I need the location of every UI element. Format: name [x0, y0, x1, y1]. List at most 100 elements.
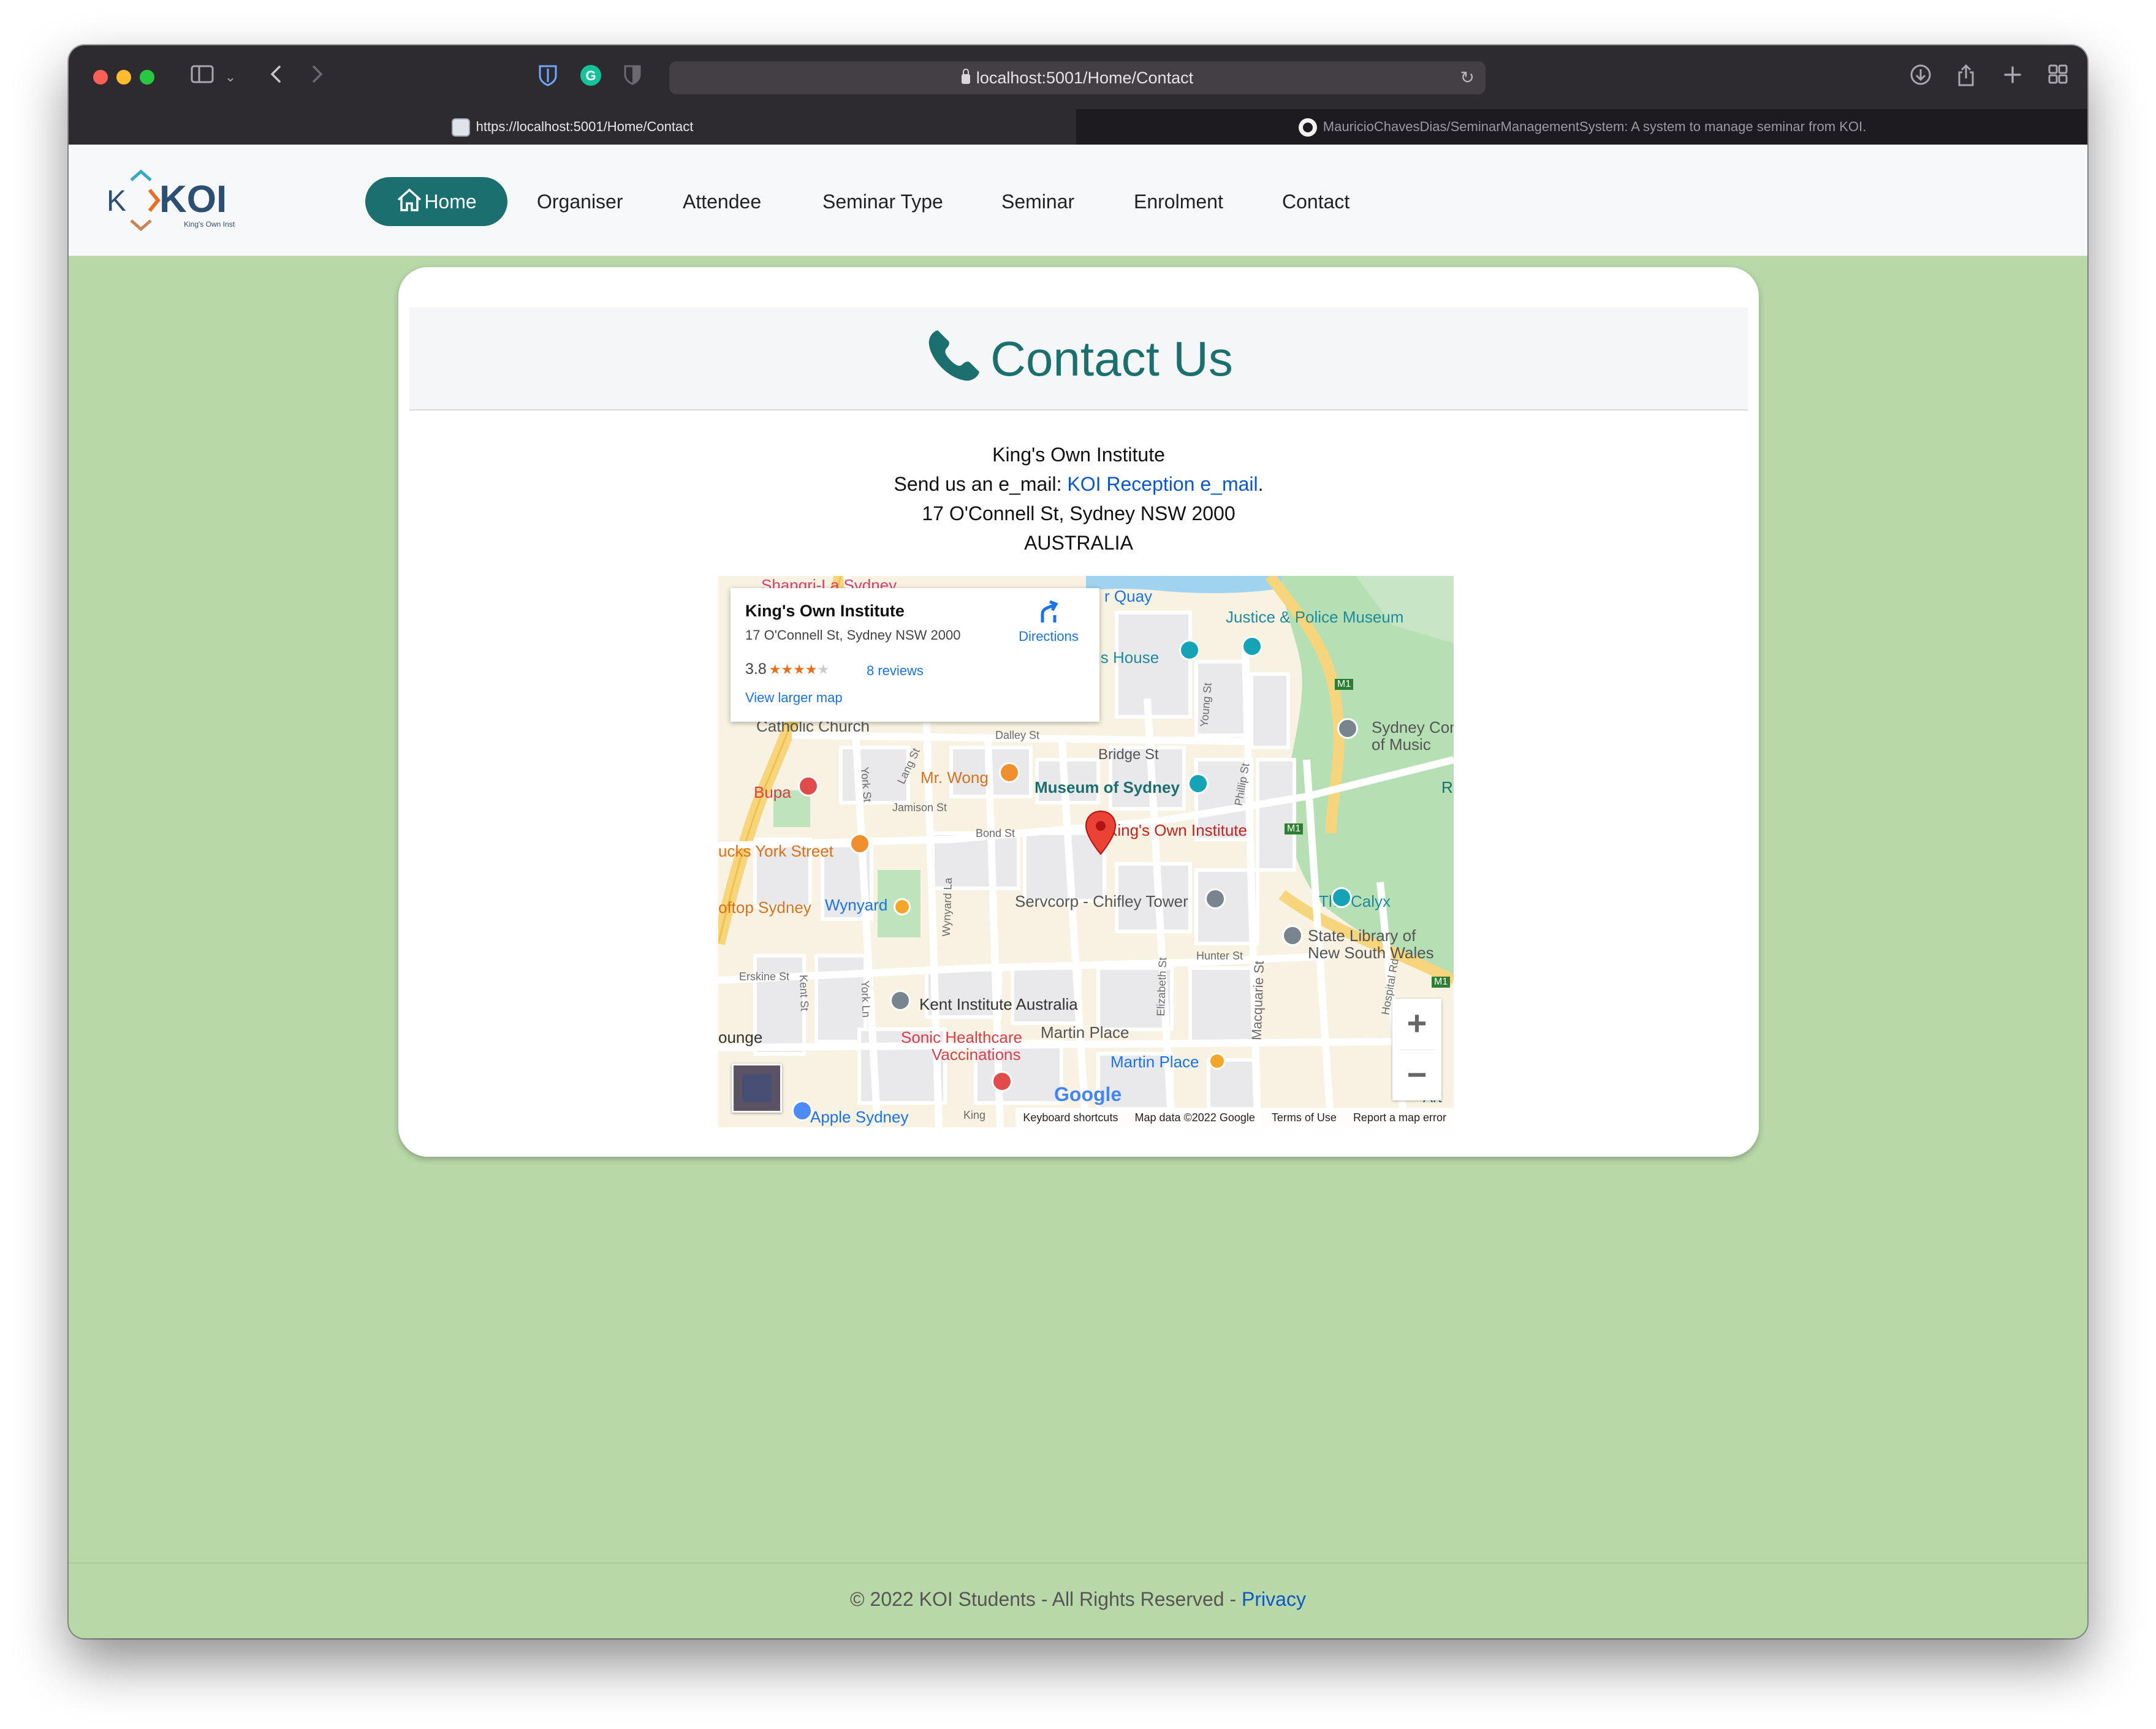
street-king: King: [963, 1109, 986, 1121]
nav-contact[interactable]: Contact: [1282, 177, 1349, 226]
nav-enrolment[interactable]: Enrolment: [1134, 177, 1223, 226]
street-erskine: Erskine St: [739, 970, 790, 983]
poi-sonic-healthcare-line2: Vaccinations: [932, 1045, 1021, 1064]
hospital-pin-icon[interactable]: [992, 1071, 1012, 1092]
restaurant-pin-icon[interactable]: [999, 762, 1020, 783]
share-icon[interactable]: [1953, 64, 1979, 91]
back-button[interactable]: [264, 64, 288, 91]
cafe-pin-icon[interactable]: [849, 833, 870, 854]
grammarly-icon[interactable]: G: [577, 64, 604, 91]
directions-icon: [1041, 600, 1058, 622]
satellite-toggle-thumbnail[interactable]: [732, 1064, 782, 1113]
poi-circular-quay[interactable]: r Quay: [1104, 587, 1152, 606]
google-logo: Google: [1054, 1083, 1122, 1105]
reload-icon[interactable]: ↻: [1460, 61, 1475, 94]
museum-pin-icon[interactable]: [1242, 636, 1262, 657]
train-station-icon[interactable]: [1209, 1053, 1226, 1070]
place-name: King's Own Institute: [745, 602, 905, 620]
email-link[interactable]: KOI Reception e_mail: [1067, 473, 1258, 495]
address-bar[interactable]: localhost:5001/Home/Contact ↻: [669, 61, 1486, 94]
poi-conservatorium[interactable]: Sydney Con: [1372, 718, 1454, 737]
koi-logo[interactable]: K KOI King's Own Institute: [107, 168, 249, 234]
poi-rooftop[interactable]: oftop Sydney: [718, 898, 811, 917]
zoom-window-button[interactable]: [140, 70, 154, 85]
place-address: 17 O'Connell St, Sydney NSW 2000: [745, 627, 961, 643]
report-map-error-link[interactable]: Report a map error: [1353, 1111, 1446, 1124]
tab-overview-icon[interactable]: [2044, 64, 2071, 91]
country: AUSTRALIA: [1024, 532, 1133, 554]
train-station-icon[interactable]: [894, 898, 911, 915]
poi-sonic-healthcare[interactable]: Sonic Healthcare: [901, 1028, 1022, 1047]
view-larger-map-link[interactable]: View larger map: [745, 690, 843, 706]
nav-organiser[interactable]: Organiser: [537, 177, 623, 226]
github-icon: [1298, 118, 1317, 137]
nav-seminar-type[interactable]: Seminar Type: [822, 177, 943, 226]
museum-pin-icon[interactable]: [1188, 773, 1209, 794]
library-pin-icon[interactable]: [1282, 925, 1303, 946]
museum-pin-icon[interactable]: [1179, 640, 1200, 660]
address-text: localhost:5001/Home/Contact: [976, 69, 1194, 87]
page-icon: [451, 118, 470, 137]
keyboard-shortcuts-link[interactable]: Keyboard shortcuts: [1023, 1111, 1118, 1124]
map-data-text: Map data ©2022 Google: [1134, 1111, 1255, 1124]
poi-martin-place[interactable]: Martin Place: [1041, 1023, 1129, 1042]
street-york-lane: York Ln: [859, 980, 873, 1018]
close-window-button[interactable]: [93, 70, 108, 85]
poi-kent-institute[interactable]: Kent Institute Australia: [919, 995, 1078, 1014]
poi-bupa[interactable]: Bupa: [754, 783, 791, 802]
tab-strip: https://localhost:5001/Home/Contact Maur…: [69, 109, 2087, 145]
nav-attendee[interactable]: Attendee: [683, 177, 761, 226]
sidebar-icon[interactable]: [189, 64, 216, 91]
terms-of-use-link[interactable]: Terms of Use: [1272, 1111, 1337, 1124]
building-pin-icon[interactable]: [1205, 888, 1226, 909]
place-rating: 3.8 ★★★★★: [745, 660, 830, 678]
site-footer: © 2022 KOI Students - All Rights Reserve…: [69, 1562, 2087, 1638]
chevron-down-icon[interactable]: ⌄: [223, 64, 238, 91]
zoom-in-button[interactable]: +: [1392, 999, 1441, 1050]
poi-mr-wong[interactable]: Mr. Wong: [920, 768, 989, 787]
poi-the-calyx[interactable]: The Calyx: [1319, 892, 1391, 911]
nav-seminar[interactable]: Seminar: [1001, 177, 1074, 226]
poi-starbucks[interactable]: ucks York Street: [718, 842, 833, 861]
map-info-card: King's Own Institute 17 O'Connell St, Sy…: [731, 588, 1099, 722]
privacy-shield-icon[interactable]: [619, 64, 646, 91]
poi-conservatorium-line2: of Music: [1372, 735, 1431, 754]
motorway-shield: M1: [1432, 977, 1451, 988]
poi-customs-house[interactable]: is House: [1097, 648, 1159, 667]
poi-martin-place-station[interactable]: Martin Place: [1110, 1053, 1199, 1072]
directions-label: Directions: [1019, 629, 1079, 644]
forward-button[interactable]: [305, 64, 330, 91]
shopping-pin-icon[interactable]: [792, 1100, 813, 1121]
tab-github[interactable]: MauricioChavesDias/SeminarManagementSyst…: [1077, 109, 2087, 145]
nav-home-label: Home: [424, 191, 477, 213]
poi-state-library[interactable]: State Library of: [1308, 926, 1416, 945]
school-pin-icon[interactable]: [1337, 718, 1358, 739]
email-line: Send us an e_mail: KOI Reception e_mail.: [894, 473, 1264, 495]
location-marker-icon[interactable]: [1085, 810, 1117, 858]
zoom-out-button[interactable]: −: [1392, 1050, 1441, 1101]
card-header: Contact Us: [409, 308, 1748, 410]
reviews-link[interactable]: 8 reviews: [867, 663, 924, 679]
svg-text:K: K: [107, 185, 126, 218]
tab-contact[interactable]: https://localhost:5001/Home/Contact: [69, 109, 1076, 145]
poi-chifley-tower[interactable]: Servcorp - Chifley Tower: [1015, 892, 1188, 911]
privacy-link[interactable]: Privacy: [1242, 1588, 1306, 1610]
minimize-window-button[interactable]: [116, 70, 131, 85]
poi-museum-of-sydney[interactable]: Museum of Sydney: [1034, 778, 1180, 797]
contact-card: Contact Us King's Own Institute Send us …: [398, 267, 1759, 1157]
directions-button[interactable]: Directions: [1009, 600, 1088, 645]
poi-state-library-line2: New South Wales: [1308, 944, 1434, 962]
school-pin-icon[interactable]: [890, 990, 911, 1011]
street-bond: Bond St: [976, 827, 1015, 839]
poi-kings-own-institute[interactable]: King's Own Institute: [1107, 821, 1247, 840]
nav-home-button[interactable]: Home: [365, 177, 507, 226]
bitwarden-icon[interactable]: [534, 64, 561, 91]
attraction-pin-icon[interactable]: [1331, 887, 1352, 908]
downloads-icon[interactable]: [1907, 64, 1934, 91]
google-map[interactable]: Shangri-La Sydney r Quay Justice & Polic…: [718, 576, 1454, 1127]
hospital-pin-icon[interactable]: [798, 776, 819, 796]
poi-apple-sydney[interactable]: Apple Sydney: [810, 1108, 908, 1127]
poi-justice-museum[interactable]: Justice & Police Museum: [1226, 608, 1403, 627]
poi-wynyard-station[interactable]: Wynyard: [825, 896, 887, 915]
new-tab-icon[interactable]: [1999, 64, 2026, 91]
